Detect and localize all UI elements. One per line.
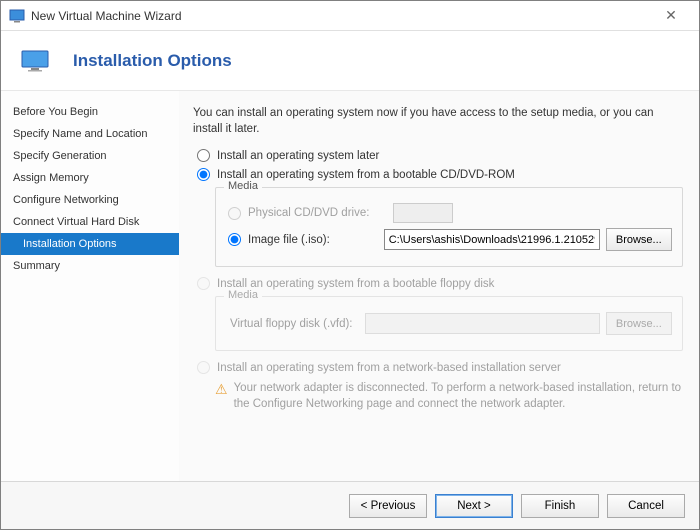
app-icon [9,8,25,24]
option-install-cddvd[interactable]: Install an operating system from a boota… [193,168,683,181]
step-connect-vhd[interactable]: Connect Virtual Hard Disk [1,211,179,233]
step-installation-options[interactable]: Installation Options [1,233,179,255]
network-warning-text: Your network adapter is disconnected. To… [234,380,683,412]
media-group: Media Physical CD/DVD drive: Image file … [215,187,683,267]
floppy-path-input [365,313,599,334]
radio-install-network [197,361,210,374]
content-pane: You can install an operating system now … [179,91,699,481]
step-specify-name-location[interactable]: Specify Name and Location [1,123,179,145]
intro-text: You can install an operating system now … [193,105,683,137]
iso-path-input[interactable] [384,229,600,250]
wizard-body: Before You Begin Specify Name and Locati… [1,91,699,481]
wizard-window: New Virtual Machine Wizard ✕ Installatio… [0,0,700,530]
radio-install-cddvd[interactable] [197,168,210,181]
option-install-floppy: Install an operating system from a boota… [193,277,683,290]
label-physical-drive: Physical CD/DVD drive: [248,207,393,219]
row-image-file[interactable]: Image file (.iso): Browse... [226,228,672,251]
step-sidebar: Before You Begin Specify Name and Locati… [1,91,179,481]
step-configure-networking[interactable]: Configure Networking [1,189,179,211]
row-physical-drive: Physical CD/DVD drive: [226,203,672,223]
browse-iso-button[interactable]: Browse... [606,228,672,251]
row-floppy-disk: Virtual floppy disk (.vfd): Browse... [226,312,672,335]
option-install-later[interactable]: Install an operating system later [193,149,683,162]
label-install-network: Install an operating system from a netwo… [217,362,561,374]
media-group-label: Media [224,180,262,192]
cancel-button[interactable]: Cancel [607,494,685,518]
label-install-later: Install an operating system later [217,150,379,162]
radio-image-file[interactable] [228,233,241,246]
physical-drive-select [393,203,453,223]
monitor-icon [21,50,49,72]
step-before-you-begin[interactable]: Before You Begin [1,101,179,123]
radio-install-later[interactable] [197,149,210,162]
radio-physical-drive [228,207,241,220]
floppy-group-label: Media [224,289,262,301]
page-title: Installation Options [73,51,232,71]
step-specify-generation[interactable]: Specify Generation [1,145,179,167]
label-floppy-disk: Virtual floppy disk (.vfd): [230,318,365,330]
previous-button[interactable]: < Previous [349,494,427,518]
network-warning: ⚠ Your network adapter is disconnected. … [215,380,683,412]
label-install-floppy: Install an operating system from a boota… [217,278,494,290]
floppy-group: Media Virtual floppy disk (.vfd): Browse… [215,296,683,351]
option-install-network: Install an operating system from a netwo… [193,361,683,374]
window-title: New Virtual Machine Wizard [31,9,651,23]
label-image-file: Image file (.iso): [248,234,384,246]
step-assign-memory[interactable]: Assign Memory [1,167,179,189]
label-install-cddvd: Install an operating system from a boota… [217,169,515,181]
browse-floppy-button: Browse... [606,312,672,335]
warning-icon: ⚠ [215,380,228,412]
finish-button[interactable]: Finish [521,494,599,518]
radio-install-floppy [197,277,210,290]
wizard-footer: < Previous Next > Finish Cancel [1,481,699,529]
titlebar: New Virtual Machine Wizard ✕ [1,1,699,31]
step-summary[interactable]: Summary [1,255,179,277]
wizard-header: Installation Options [1,31,699,91]
next-button[interactable]: Next > [435,494,513,518]
close-icon[interactable]: ✕ [651,7,691,24]
